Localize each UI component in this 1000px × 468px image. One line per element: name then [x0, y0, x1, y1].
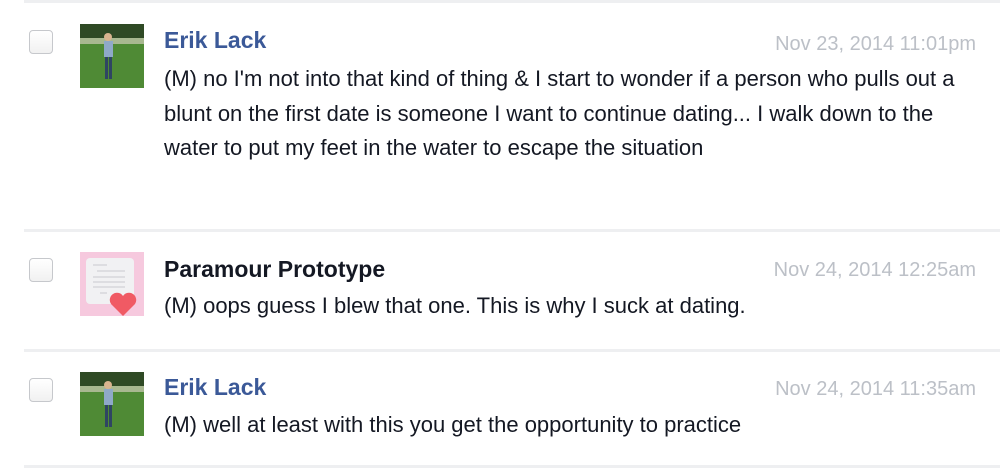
timestamp: Nov 24, 2014 12:25am — [773, 259, 976, 281]
message-text: (M) no I'm not into that kind of thing &… — [164, 66, 955, 160]
select-checkbox[interactable] — [29, 258, 53, 282]
avatar[interactable] — [80, 24, 144, 88]
avatar[interactable] — [80, 252, 144, 316]
message-row[interactable]: Erik Lack Nov 23, 2014 11:01pm (M) no I'… — [24, 3, 1000, 229]
man-in-park-photo-icon — [80, 372, 144, 436]
timestamp: Nov 23, 2014 11:01pm — [775, 33, 976, 55]
timestamp: Nov 24, 2014 11:35am — [775, 378, 976, 400]
love-letter-icon — [86, 258, 137, 316]
message-text: (M) well at least with this you get the … — [164, 412, 742, 437]
message-text: (M) oops guess I blew that one. This is … — [164, 293, 746, 318]
select-checkbox[interactable] — [29, 378, 53, 402]
sender-name[interactable]: Paramour Prototype — [164, 256, 385, 283]
message-row[interactable]: Erik Lack Nov 24, 2014 11:35am (M) well … — [24, 352, 1000, 465]
sender-name-link[interactable]: Erik Lack — [164, 374, 266, 401]
message-row[interactable]: Paramour Prototype Nov 24, 2014 12:25am … — [24, 232, 1000, 349]
sender-name-link[interactable]: Erik Lack — [164, 27, 266, 54]
message-list: Erik Lack Nov 23, 2014 11:01pm (M) no I'… — [24, 0, 1000, 468]
man-in-park-photo-icon — [80, 24, 144, 88]
avatar[interactable] — [80, 372, 144, 436]
select-checkbox[interactable] — [29, 30, 53, 54]
